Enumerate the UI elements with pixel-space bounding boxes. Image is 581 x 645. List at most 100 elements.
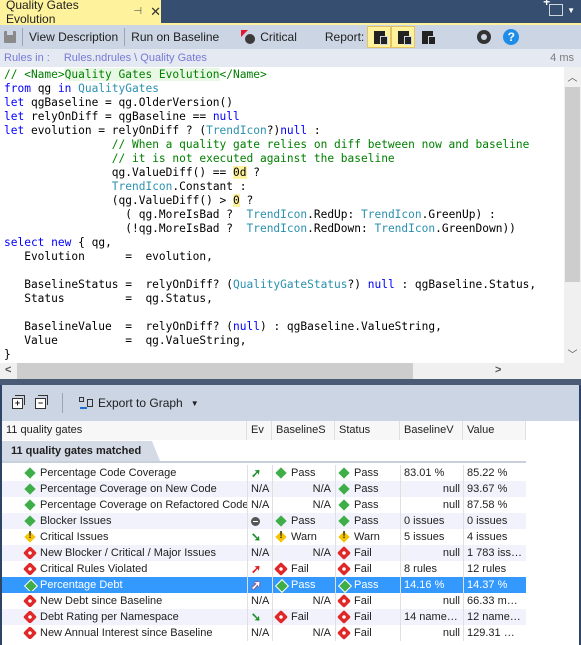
baseline-value-text: null xyxy=(442,547,460,559)
code-line[interactable]: BaselineValue = relyOnDiff? (null) : qgB… xyxy=(4,320,564,334)
scroll-up-icon[interactable]: ︿ xyxy=(564,69,581,86)
trend-green-up-icon: ➚ xyxy=(251,466,262,480)
code-line[interactable] xyxy=(4,306,564,320)
column-header-evolution[interactable]: Ev xyxy=(247,421,272,440)
dropdown-arrow-icon[interactable]: ▼ xyxy=(567,6,575,15)
code-text[interactable]: // <Name>Quality Gates Evolution</Name> f… xyxy=(0,67,564,362)
table-row[interactable]: Percentage Coverage on Refactored Code N/… xyxy=(2,497,526,513)
cell-baseline-value: 14 name… xyxy=(400,609,463,625)
value-text: 14.37 % xyxy=(467,579,508,591)
code-line[interactable]: qg.ValueDiff() == 0d ? xyxy=(4,166,564,180)
column-header-name[interactable]: 11 quality gates xyxy=(2,421,247,440)
scroll-left-icon[interactable]: < xyxy=(5,364,11,376)
pass-status-icon xyxy=(24,515,36,527)
cell-baseline-value: null xyxy=(400,481,463,497)
code-line[interactable]: from qg in QualityGates xyxy=(4,82,564,96)
cell-name: Blocker Issues xyxy=(2,515,247,527)
rules-in-label: Rules in : xyxy=(4,52,50,64)
code-line[interactable] xyxy=(4,264,564,278)
report-grid-button[interactable] xyxy=(415,26,439,48)
cell-value: 14.37 % xyxy=(463,577,526,593)
separator xyxy=(62,393,63,413)
table-row[interactable]: New Annual Interest since Baseline N/A N/A… xyxy=(2,625,526,641)
column-header-value[interactable]: Value xyxy=(463,421,526,440)
table-row[interactable]: New Debt since Baseline N/A N/A Fail null 66.… xyxy=(2,593,526,609)
warn-status-icon xyxy=(24,531,36,543)
report-window-button[interactable] xyxy=(391,26,416,48)
critical-button[interactable]: Critical xyxy=(235,26,303,48)
code-line[interactable]: (!qg.MoreIsBad ? TrendIcon.RedDown: Tren… xyxy=(4,222,564,236)
scroll-down-icon[interactable]: ﹀ xyxy=(564,346,581,363)
status-text: Warn xyxy=(354,531,380,543)
horizontal-scrollbar[interactable]: < > xyxy=(0,363,581,379)
cell-baseline-status: N/A xyxy=(272,545,335,561)
code-line[interactable]: } xyxy=(4,348,564,362)
document-tab[interactable]: Quality Gates Evolution ⊣ ✕ xyxy=(0,0,161,26)
code-line[interactable]: BaselineStatus = relyOnDiff? (QualityGat… xyxy=(4,278,564,292)
collapse-all-icon[interactable]: − xyxy=(35,394,48,409)
cell-status: Fail xyxy=(335,561,400,577)
save-icon[interactable] xyxy=(4,31,16,43)
quality-gate-name: Critical Rules Violated xyxy=(40,563,148,575)
report-label: Report: xyxy=(324,30,365,44)
pin-icon[interactable]: ⊣ xyxy=(133,6,142,17)
baseline-status-text: Pass xyxy=(291,467,316,479)
rules-path-bar: Rules in : Rules.ndrules \ Quality Gates… xyxy=(0,49,581,67)
table-row[interactable]: Percentage Debt ➚ Pass Pass 14.16 % 14.37 % xyxy=(2,577,526,593)
fail-status-icon xyxy=(275,611,287,623)
column-header-baseline-value[interactable]: BaselineV xyxy=(400,421,463,440)
rules-path-link[interactable]: Rules.ndrules \ Quality Gates xyxy=(64,52,207,64)
export-to-graph-button[interactable]: Export to Graph ▼ xyxy=(79,392,199,414)
table-row[interactable]: Critical Rules Violated ➚ Fail Fail 8 rules 1… xyxy=(2,561,526,577)
results-toolbar: + − Export to Graph ▼ xyxy=(2,385,579,421)
cell-baseline-status: N/A xyxy=(272,625,335,641)
code-line[interactable]: Status = qg.Status, xyxy=(4,292,564,306)
table-row[interactable]: New Blocker / Critical / Major Issues N/A… xyxy=(2,545,526,561)
code-line[interactable]: ( qg.MoreIsBad ? TrendIcon.RedUp: TrendI… xyxy=(4,208,564,222)
code-line[interactable]: let qgBaseline = qg.OlderVersion() xyxy=(4,96,564,110)
code-line[interactable]: select new { qg, xyxy=(4,236,564,250)
pass-status-icon xyxy=(24,499,36,511)
code-line[interactable]: // When a quality gate relies on diff be… xyxy=(4,138,564,152)
code-line[interactable]: Value = qg.ValueString, xyxy=(4,334,564,348)
expand-all-icon[interactable]: + xyxy=(12,394,25,409)
quality-gate-name: New Debt since Baseline xyxy=(40,595,163,607)
code-line[interactable]: (qg.ValueDiff() > 0 ? xyxy=(4,194,564,208)
close-icon[interactable]: ✕ xyxy=(150,4,161,20)
code-line[interactable]: let relyOnDiff = qgBaseline == null xyxy=(4,110,564,124)
scroll-thumb[interactable] xyxy=(17,363,413,379)
code-line[interactable]: TrendIcon.Constant : xyxy=(4,180,564,194)
pass-status-icon xyxy=(24,467,36,479)
report-chart-button[interactable] xyxy=(367,26,392,48)
code-line[interactable]: // <Name>Quality Gates Evolution</Name> xyxy=(4,68,564,82)
vertical-scrollbar[interactable]: ︿ ﹀ xyxy=(564,67,581,363)
fail-status-icon xyxy=(24,595,36,607)
baseline-status-text: Pass xyxy=(291,579,316,591)
gear-icon[interactable] xyxy=(477,30,492,44)
table-row[interactable]: Percentage Coverage on New Code N/A N/A Pas… xyxy=(2,481,526,497)
column-header-baseline-status[interactable]: BaselineS xyxy=(272,421,335,440)
group-header[interactable]: 11 quality gates matched xyxy=(2,441,526,463)
help-icon[interactable]: ? xyxy=(503,29,520,45)
view-description-button[interactable]: View Description xyxy=(23,26,124,48)
cell-evolution: N/A xyxy=(247,625,272,641)
table-row[interactable]: Critical Issues ➘ Warn Warn 5 issues 4 issues xyxy=(2,529,526,545)
scroll-right-icon[interactable]: > xyxy=(495,364,501,376)
code-line[interactable]: let evolution = relyOnDiff ? (TrendIcon?… xyxy=(4,124,564,138)
new-window-icon[interactable] xyxy=(543,0,564,16)
quality-gate-name: Percentage Coverage on Refactored Code xyxy=(40,499,247,511)
cell-status: Fail xyxy=(335,593,400,609)
trend-constant-icon xyxy=(251,516,260,526)
run-on-baseline-button[interactable]: Run on Baseline xyxy=(125,26,225,48)
quality-gate-name: Critical Issues xyxy=(40,531,109,543)
scroll-thumb[interactable] xyxy=(565,87,580,282)
baseline-value-text: 5 issues xyxy=(404,531,445,543)
table-row[interactable]: Percentage Code Coverage ➚ Pass Pass 83.01 %… xyxy=(2,465,526,481)
table-row[interactable]: Debt Rating per Namespace ➘ Fail Fail 14 nam… xyxy=(2,609,526,625)
status-text: Fail xyxy=(354,563,372,575)
code-line[interactable]: Evolution = evolution, xyxy=(4,250,564,264)
code-line[interactable]: // it is not executed against the baseli… xyxy=(4,152,564,166)
column-header-status[interactable]: Status xyxy=(335,421,400,440)
code-editor[interactable]: // <Name>Quality Gates Evolution</Name> f… xyxy=(0,67,564,363)
table-row[interactable]: Blocker Issues Pass Pass 0 issues 0 issues xyxy=(2,513,526,529)
